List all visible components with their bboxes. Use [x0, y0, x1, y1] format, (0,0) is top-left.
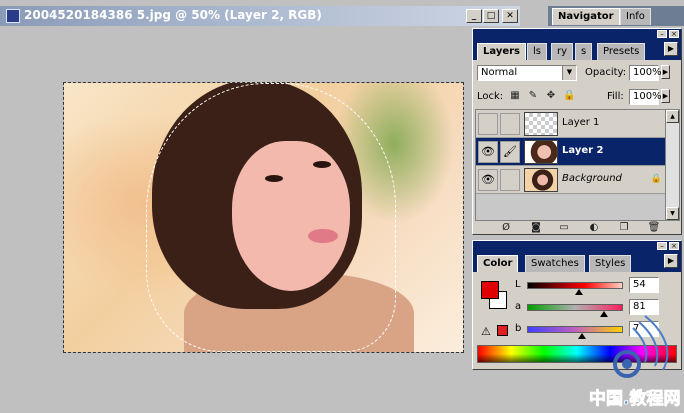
document-window[interactable]: 2004520184386 5.jpg @ 50% (Layer 2, RGB)… [0, 0, 524, 413]
layer-row-layer-1[interactable]: Layer 1 [476, 110, 666, 138]
document-canvas-image[interactable] [63, 82, 464, 353]
layers-panel: – × Layers ls ry s Presets ▶ Normal ▼ Op… [472, 28, 682, 235]
layer-row-layer-2[interactable]: 👁 🖌 Layer 2 [476, 138, 666, 166]
trash-icon[interactable]: 🗑 [647, 222, 661, 234]
tab-tool-presets[interactable]: Presets [597, 43, 646, 60]
document-titlebar[interactable]: 2004520184386 5.jpg @ 50% (Layer 2, RGB)… [0, 6, 522, 26]
tab-color[interactable]: Color [477, 255, 519, 272]
new-set-icon[interactable]: ▭ [557, 222, 571, 234]
link-toggle[interactable] [500, 169, 520, 191]
mask-icon[interactable]: ◙ [529, 222, 543, 234]
tab-navigator[interactable]: Navigator [552, 8, 620, 25]
layers-menu-button[interactable]: ▶ [664, 42, 678, 56]
lock-icon: 🔒 [650, 174, 662, 184]
close-button[interactable]: ✕ [502, 9, 518, 23]
layers-list: Layer 1 👁 🖌 Layer 2 👁 Background 🔒 ▲ ▼ [475, 109, 680, 221]
document-title: 2004520184386 5.jpg @ 50% (Layer 2, RGB) [24, 8, 322, 22]
layer-thumbnail [524, 140, 558, 164]
layer-style-icon[interactable]: Ø [499, 222, 513, 234]
layer-name[interactable]: Background [562, 173, 622, 184]
blend-mode-value: Normal [481, 67, 518, 78]
channel-a-slider[interactable] [527, 304, 623, 311]
opacity-slider-button[interactable]: ▶ [661, 65, 670, 79]
lock-all-icon[interactable]: 🔒 [563, 90, 575, 102]
panel-minimize-button[interactable]: – [657, 30, 667, 38]
new-layer-icon[interactable]: ❐ [617, 222, 631, 234]
tab-history[interactable]: ry [551, 43, 574, 60]
eye-icon[interactable]: 👁 [478, 141, 498, 163]
lock-image-icon[interactable]: ✎ [527, 90, 539, 102]
layers-scrollbar[interactable]: ▲ ▼ [665, 110, 679, 220]
panel-minimize-button[interactable]: – [657, 242, 667, 250]
tab-channels[interactable]: ls [527, 43, 547, 60]
lock-label: Lock: [477, 91, 504, 102]
eye-icon[interactable]: 👁 [478, 169, 498, 191]
blend-mode-select[interactable]: Normal ▼ [477, 65, 577, 81]
color-menu-button[interactable]: ▶ [664, 254, 678, 268]
scroll-up-button[interactable]: ▲ [666, 110, 679, 123]
layers-footer: Ø ◙ ▭ ◐ ❐ 🗑 [475, 222, 680, 235]
opacity-field[interactable]: 100% [629, 65, 662, 81]
panel-close-button[interactable]: × [669, 30, 679, 38]
layer-name[interactable]: Layer 2 [562, 145, 603, 156]
link-toggle[interactable] [500, 113, 520, 135]
fill-field[interactable]: 100% [629, 89, 662, 105]
watermark-text: 中国.教程网 [589, 388, 680, 409]
tab-info[interactable]: Info [620, 8, 651, 25]
navigator-tabbar: Navigator Info [548, 6, 684, 26]
chevron-down-icon: ▼ [562, 66, 576, 80]
gamut-warning-icon[interactable]: ⚠ [481, 325, 491, 338]
layer-thumbnail [524, 112, 558, 136]
fill-label: Fill: [607, 91, 624, 102]
layer-thumbnail [524, 168, 558, 192]
selection-marquee [146, 83, 396, 352]
channel-l-field[interactable]: 54 [629, 277, 659, 293]
opacity-label: Opacity: [585, 67, 627, 78]
color-tabbar: Color Swatches Styles ▶ [473, 251, 681, 272]
maximize-button[interactable]: □ [483, 9, 499, 23]
channel-l-thumb[interactable] [574, 289, 583, 295]
adjustment-icon[interactable]: ◐ [587, 222, 601, 234]
lock-transparency-icon[interactable]: ▦ [509, 90, 521, 102]
minimize-button[interactable]: _ [466, 9, 482, 23]
channel-b-label: b [515, 323, 522, 334]
tab-styles[interactable]: Styles [589, 255, 632, 272]
layer-name[interactable]: Layer 1 [562, 117, 599, 128]
tab-actions[interactable]: s [575, 43, 593, 60]
visibility-toggle[interactable] [478, 113, 498, 135]
channel-a-label: a [515, 301, 522, 312]
color-panel-grip[interactable]: – × [473, 241, 681, 251]
brush-icon[interactable]: 🖌 [500, 141, 520, 163]
site-watermark-logo: 中国.教程网 [589, 315, 680, 409]
gamut-warning-swatch[interactable] [497, 325, 508, 336]
lock-position-icon[interactable]: ✥ [545, 90, 557, 102]
tab-swatches[interactable]: Swatches [525, 255, 585, 272]
channel-l-label: L [515, 279, 521, 290]
panel-close-button[interactable]: × [669, 242, 679, 250]
foreground-color-swatch[interactable] [481, 281, 499, 299]
layers-tabbar: Layers ls ry s Presets ▶ [473, 39, 681, 60]
fill-slider-button[interactable]: ▶ [661, 89, 670, 103]
tab-layers[interactable]: Layers [477, 43, 526, 60]
channel-l-slider[interactable] [527, 282, 623, 289]
scroll-down-button[interactable]: ▼ [666, 207, 679, 220]
layers-panel-grip[interactable]: – × [473, 29, 681, 39]
layer-row-background[interactable]: 👁 Background 🔒 [476, 166, 666, 194]
photoshop-document-icon [6, 9, 20, 23]
